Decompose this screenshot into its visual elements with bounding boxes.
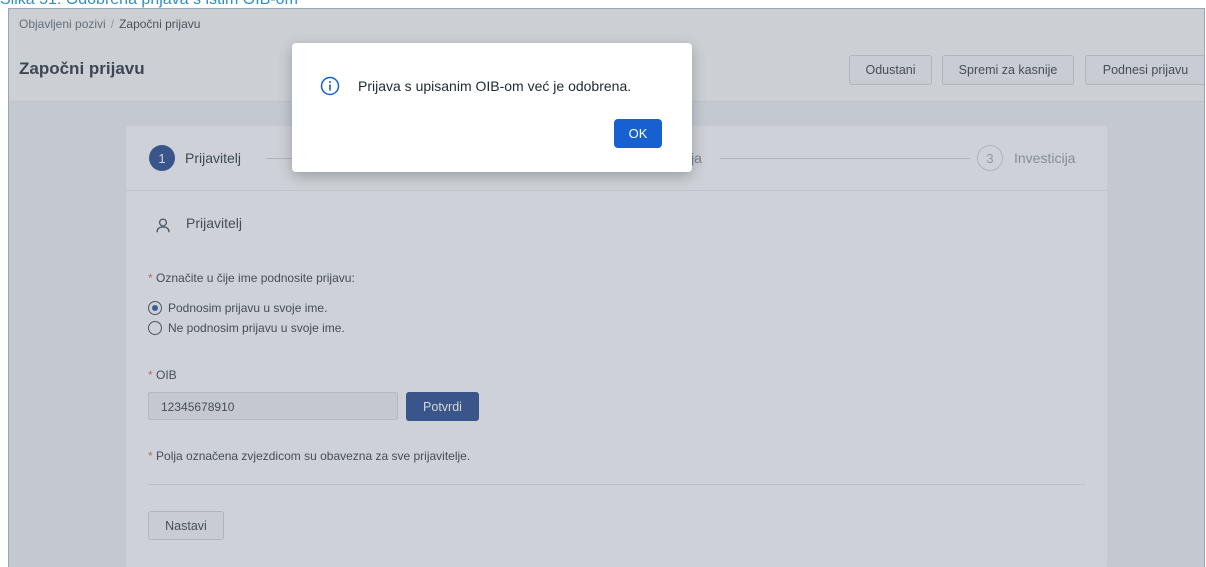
dialog-message: Prijava s upisanim OIB-om već je odobren… [358, 78, 632, 94]
info-icon [320, 76, 340, 96]
ok-button[interactable]: OK [614, 119, 662, 148]
app-window: Objavljeni pozivi / Započni prijavu Započn… [8, 8, 1205, 567]
alert-dialog: Prijava s upisanim OIB-om već je odobren… [292, 43, 692, 172]
